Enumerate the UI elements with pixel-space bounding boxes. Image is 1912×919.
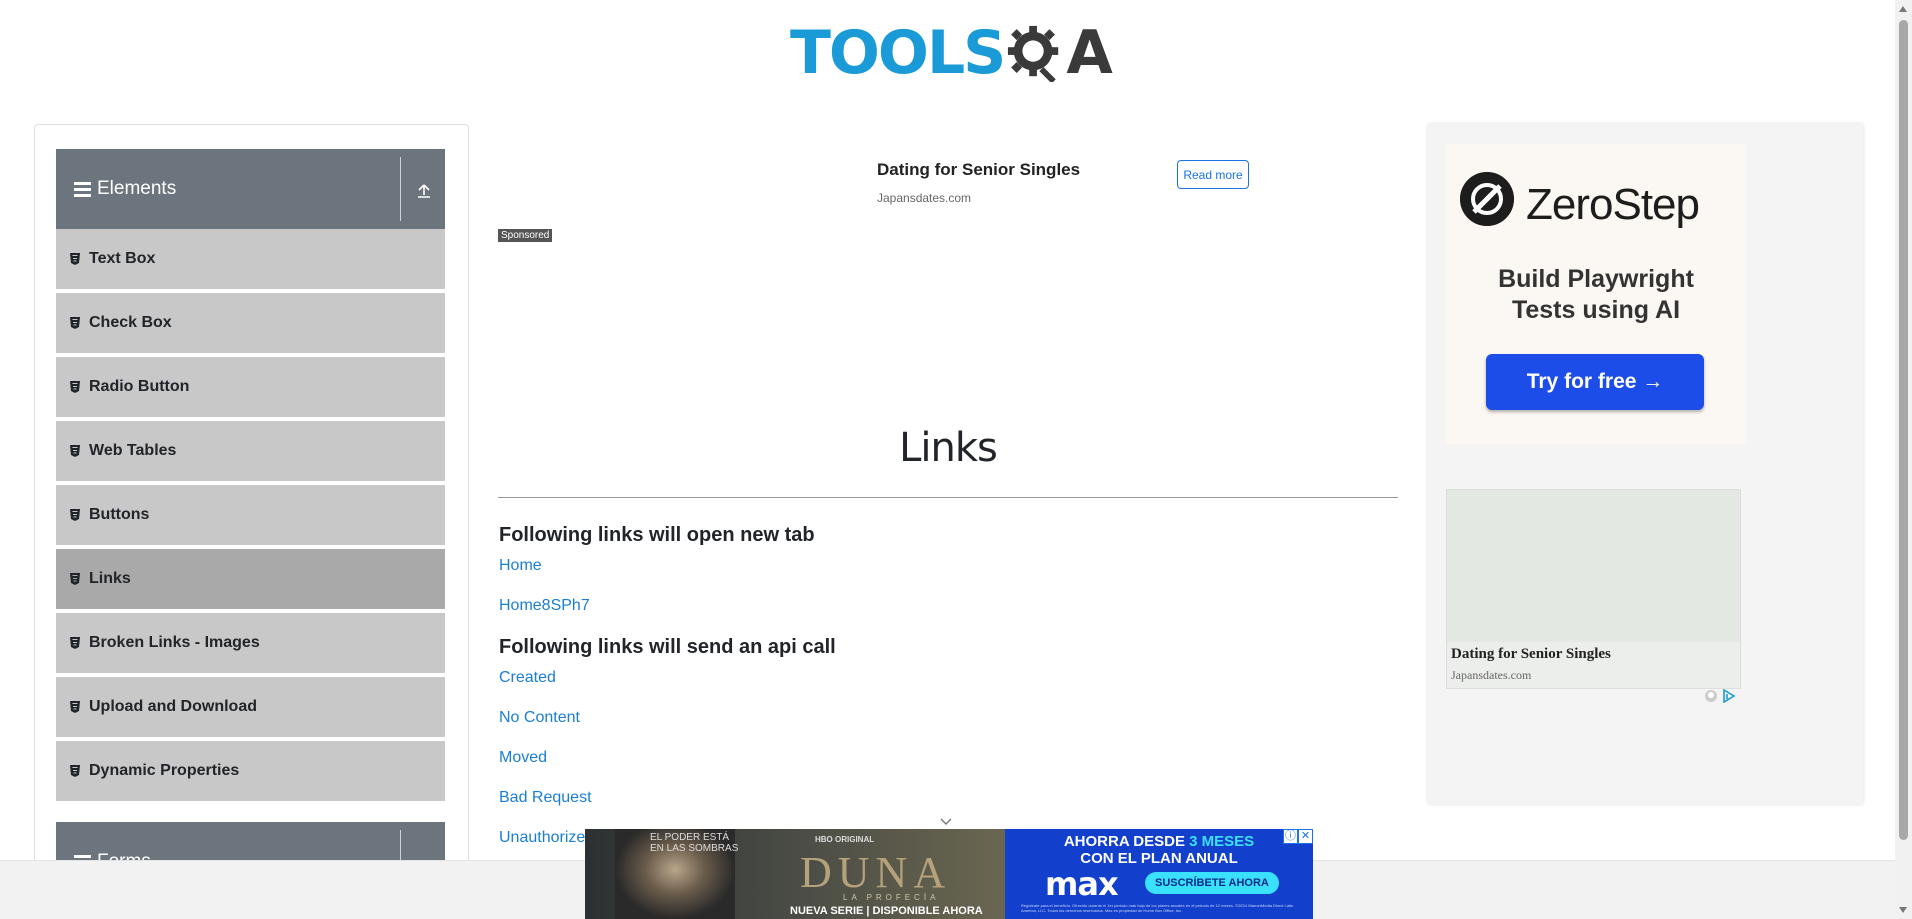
sidebar-item-radio-button[interactable]: Radio Button: [56, 357, 445, 419]
zerostep-brand: ZeroStep: [1526, 180, 1700, 229]
link-home[interactable]: Home: [499, 557, 542, 575]
ad-info-icon[interactable]: ⓘ: [1283, 829, 1298, 844]
read-more-button[interactable]: Read more: [1177, 160, 1249, 189]
sidebar-item-buttons[interactable]: Buttons: [56, 485, 445, 547]
ad-image: [1447, 490, 1740, 642]
html5-icon: [70, 765, 80, 777]
promo-line-1b: 3 MESES: [1189, 833, 1255, 850]
group-divider: [400, 157, 401, 221]
ad-feedback-icon[interactable]: [1704, 689, 1718, 703]
dating-ad-card[interactable]: Dating for Senior Singles Japansdates.co…: [1446, 489, 1741, 689]
group-title-elements: Elements: [97, 178, 177, 199]
chevron-down-icon[interactable]: [940, 815, 952, 827]
html5-icon: [70, 445, 80, 457]
sidebar-item-label: Radio Button: [89, 378, 190, 395]
sidebar-item-upload-download[interactable]: Upload and Download: [56, 677, 445, 739]
dune-subtitle: LA PROFECÍA: [843, 893, 940, 902]
sidebar-item-label: Buttons: [89, 506, 150, 523]
toolsqa-logo[interactable]: TOOLS A: [790, 16, 1113, 90]
ad-controls[interactable]: ⓘ ✕: [1283, 829, 1313, 844]
link-no-content[interactable]: No Content: [499, 709, 580, 727]
try-for-free-button[interactable]: Try for free →: [1486, 354, 1704, 410]
link-moved[interactable]: Moved: [499, 749, 547, 767]
sidebar-item-dynamic-properties[interactable]: Dynamic Properties: [56, 741, 445, 803]
ad-title[interactable]: Dating for Senior Singles: [1451, 646, 1611, 663]
zerostep-headline: Build Playwright Tests using AI: [1446, 264, 1746, 326]
availability-text: NUEVA SERIE | DISPONIBLE AHORA: [790, 905, 983, 917]
page-title: Links: [899, 425, 998, 471]
left-sidebar: Elements Text Box Check Box Radio Button…: [34, 124, 469, 864]
headline-line-2: Tests using AI: [1511, 296, 1681, 324]
sponsored-badge: Sponsored: [498, 229, 553, 242]
headline-line-1: Build Playwright: [1498, 265, 1694, 293]
zerostep-logo-icon: [1460, 172, 1514, 226]
sidebar-item-label: Check Box: [89, 314, 172, 331]
group-header-elements[interactable]: Elements: [56, 149, 445, 229]
sidebar-item-label: Upload and Download: [89, 698, 257, 715]
html5-icon: [70, 701, 80, 713]
logo-text-qa: A: [1066, 18, 1112, 88]
logo-text-tools: TOOLS: [790, 18, 1006, 88]
link-created[interactable]: Created: [499, 669, 556, 687]
promo-text: AHORRA DESDE 3 MESES CON EL PLAN ANUAL: [1005, 833, 1313, 867]
sidebar-item-links[interactable]: Links: [56, 549, 445, 611]
scroll-thumb[interactable]: [1899, 20, 1908, 840]
group-divider: [400, 830, 401, 863]
site-header: TOOLS A: [0, 0, 1895, 100]
hamburger-icon: [74, 181, 91, 197]
link-bad-request[interactable]: Bad Request: [499, 789, 592, 807]
section-heading-api-call: Following links will send an api call: [499, 636, 836, 658]
sidebar-item-web-tables[interactable]: Web Tables: [56, 421, 445, 483]
zerostep-ad-card[interactable]: ZeroStep Build Playwright Tests using AI…: [1446, 144, 1746, 444]
adchoices-icon[interactable]: [1722, 689, 1736, 703]
html5-icon: [70, 381, 80, 393]
sidebar-item-check-box[interactable]: Check Box: [56, 293, 445, 355]
max-ad-section[interactable]: AHORRA DESDE 3 MESES CON EL PLAN ANUAL m…: [1005, 829, 1313, 919]
html5-icon: [70, 253, 80, 265]
scroll-down-arrow-icon[interactable]: [1899, 907, 1907, 913]
ad-domain: Japansdates.com: [1451, 668, 1532, 682]
right-ad-panel[interactable]: ZeroStep Build Playwright Tests using AI…: [1428, 124, 1863, 804]
section-heading-new-tab: Following links will open new tab: [499, 524, 815, 546]
dune-title: DUNA: [800, 848, 952, 897]
sidebar-item-label: Dynamic Properties: [89, 762, 240, 779]
html5-icon: [70, 637, 80, 649]
sidebar-item-label: Web Tables: [89, 442, 177, 459]
vertical-scrollbar[interactable]: [1895, 0, 1912, 919]
tagline-line-1: EL PODER ESTÁ: [650, 832, 730, 843]
html5-icon: [70, 317, 80, 329]
ad-domain: Japansdates.com: [877, 191, 972, 205]
subscribe-button[interactable]: SUSCRÍBETE AHORA: [1145, 872, 1279, 894]
max-logo: max: [1045, 865, 1119, 903]
sidebar-item-label: Links: [89, 570, 131, 587]
ad-tagline: EL PODER ESTÁ EN LAS SOMBRAS: [650, 832, 738, 854]
top-ad-banner[interactable]: Dating for Senior Singles Japansdates.co…: [498, 150, 1398, 380]
html5-icon: [70, 573, 80, 585]
sidebar-item-broken-links[interactable]: Broken Links - Images: [56, 613, 445, 675]
fine-print: Regístrate para el beneficio. Ofrecido d…: [1021, 903, 1294, 913]
scroll-up-arrow-icon[interactable]: [1899, 6, 1907, 12]
group-header-forms[interactable]: Forms: [56, 822, 445, 863]
title-divider: [498, 497, 1398, 498]
bottom-banner-ad[interactable]: EL PODER ESTÁ EN LAS SOMBRAS HBO ORIGINA…: [585, 829, 1313, 919]
tagline-line-2: EN LAS SOMBRAS: [650, 843, 739, 854]
dune-ad-section[interactable]: EL PODER ESTÁ EN LAS SOMBRAS HBO ORIGINA…: [585, 829, 1005, 919]
sidebar-item-text-box[interactable]: Text Box: [56, 229, 445, 291]
sidebar-item-label: Text Box: [89, 250, 156, 267]
sidebar-item-label: Broken Links - Images: [89, 634, 260, 651]
hbo-original-label: HBO ORIGINAL: [815, 835, 875, 844]
html5-icon: [70, 509, 80, 521]
gear-magnifier-icon: [1008, 25, 1059, 82]
link-home-dynamic[interactable]: Home8SPh7: [499, 597, 590, 615]
collapse-arrow-icon[interactable]: [416, 183, 432, 199]
ad-choices[interactable]: [1704, 689, 1736, 703]
close-icon[interactable]: ✕: [1298, 829, 1313, 844]
ad-title[interactable]: Dating for Senior Singles: [877, 160, 1080, 180]
link-unauthorized[interactable]: Unauthorized: [499, 829, 594, 847]
promo-line-1a: AHORRA DESDE: [1063, 833, 1190, 850]
